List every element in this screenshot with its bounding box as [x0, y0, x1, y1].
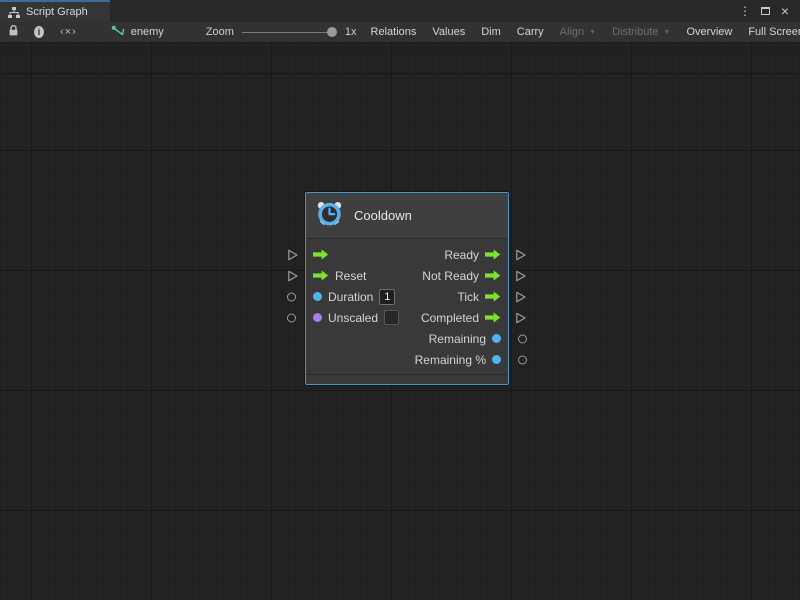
value-port-icon — [313, 292, 322, 301]
menu-icon[interactable]: ⋮ — [737, 2, 753, 20]
port-duration[interactable]: Duration 1 — [313, 289, 395, 305]
port-stub-value-in[interactable] — [287, 292, 296, 301]
code-preview-button[interactable]: ‹×› — [52, 22, 85, 42]
port-label: Completed — [421, 311, 479, 325]
port-label: Remaining % — [415, 353, 486, 367]
node-header[interactable]: Cooldown — [306, 193, 508, 239]
lock-icon — [7, 24, 20, 40]
port-label: Remaining — [429, 332, 486, 346]
port-row: Remaining — [306, 328, 508, 349]
maximize-icon[interactable] — [757, 2, 773, 20]
tab-bar: Script Graph ⋮ × — [0, 0, 800, 22]
port-enter[interactable] — [313, 249, 329, 260]
port-completed[interactable]: Completed — [421, 311, 501, 325]
port-label: Duration — [328, 290, 373, 304]
full-screen-button[interactable]: Full Screen — [740, 22, 800, 42]
duration-input[interactable]: 1 — [379, 289, 395, 305]
graph-icon — [8, 7, 20, 18]
unscaled-checkbox[interactable] — [384, 310, 399, 325]
chevron-down-icon: ▼ — [589, 29, 596, 36]
distribute-button[interactable]: Distribute ▼ — [604, 22, 678, 42]
script-graph-window: Script Graph ⋮ × i ‹×› — [0, 0, 800, 600]
port-stub-value-out[interactable] — [518, 355, 527, 364]
port-label: Ready — [444, 248, 479, 262]
port-stub-control-out[interactable] — [515, 290, 527, 303]
port-stub-value-out[interactable] — [518, 334, 527, 343]
port-stub-control-in[interactable] — [287, 248, 299, 261]
zoom-slider-track[interactable] — [242, 32, 337, 33]
control-arrow-icon — [485, 291, 501, 302]
dim-button[interactable]: Dim — [473, 22, 509, 42]
node-body: Ready — [306, 239, 508, 374]
overview-button[interactable]: Overview — [678, 22, 740, 42]
port-label: Unscaled — [328, 311, 378, 325]
value-port-icon — [492, 334, 501, 343]
breadcrumb-label: enemy — [131, 26, 164, 38]
control-arrow-icon — [313, 249, 329, 260]
port-stub-control-in[interactable] — [287, 269, 299, 282]
relations-button[interactable]: Relations — [363, 22, 425, 42]
port-not-ready[interactable]: Not Ready — [422, 269, 501, 283]
graph-canvas[interactable]: Cooldown Ready — [0, 43, 800, 600]
port-row: Unscaled Completed — [306, 307, 508, 328]
window-controls: ⋮ × — [737, 0, 800, 22]
cooldown-node[interactable]: Cooldown Ready — [305, 192, 509, 385]
zoom-value: 1x — [345, 26, 357, 38]
value-port-icon — [313, 313, 322, 322]
code-icon: ‹×› — [60, 26, 77, 38]
port-row: Ready — [306, 244, 508, 265]
close-icon[interactable]: × — [777, 2, 793, 20]
zoom-slider-handle[interactable] — [327, 27, 337, 37]
port-stub-control-out[interactable] — [515, 269, 527, 282]
tab-label: Script Graph — [26, 6, 88, 18]
graph-toolbar: i ‹×› enemy Zoom 1x Relatio — [0, 22, 800, 43]
port-stub-value-in[interactable] — [287, 313, 296, 322]
port-unscaled[interactable]: Unscaled — [313, 310, 399, 325]
port-stub-control-out[interactable] — [515, 248, 527, 261]
lock-button[interactable] — [0, 22, 26, 42]
port-ready[interactable]: Ready — [444, 248, 501, 262]
align-button[interactable]: Align ▼ — [552, 22, 604, 42]
zoom-label: Zoom — [206, 26, 234, 38]
tab-script-graph[interactable]: Script Graph — [0, 0, 110, 22]
control-arrow-icon — [485, 270, 501, 281]
port-stub-control-out[interactable] — [515, 311, 527, 324]
value-port-icon — [492, 355, 501, 364]
port-label: Not Ready — [422, 269, 479, 283]
inspector-button[interactable]: i — [26, 22, 52, 42]
control-arrow-icon — [485, 249, 501, 260]
graph-asset-icon — [111, 25, 125, 40]
node-title: Cooldown — [354, 208, 412, 223]
port-label: Tick — [457, 290, 479, 304]
port-tick[interactable]: Tick — [457, 290, 501, 304]
zoom-slider[interactable] — [242, 25, 337, 39]
port-remaining[interactable]: Remaining — [429, 332, 501, 346]
control-arrow-icon — [313, 270, 329, 281]
chevron-down-icon: ▼ — [664, 29, 671, 36]
port-row: Duration 1 Tick — [306, 286, 508, 307]
node-footer — [306, 374, 508, 384]
control-arrow-icon — [485, 312, 501, 323]
values-button[interactable]: Values — [424, 22, 473, 42]
breadcrumb[interactable]: enemy — [103, 22, 172, 42]
alarm-clock-icon — [316, 200, 343, 232]
info-icon: i — [34, 26, 44, 38]
port-reset[interactable]: Reset — [313, 269, 366, 283]
port-row: Remaining % — [306, 349, 508, 370]
zoom-control: Zoom 1x — [200, 22, 363, 42]
port-label: Reset — [335, 269, 366, 283]
port-row: Reset Not Ready — [306, 265, 508, 286]
port-remaining-pct[interactable]: Remaining % — [415, 353, 501, 367]
carry-button[interactable]: Carry — [509, 22, 552, 42]
